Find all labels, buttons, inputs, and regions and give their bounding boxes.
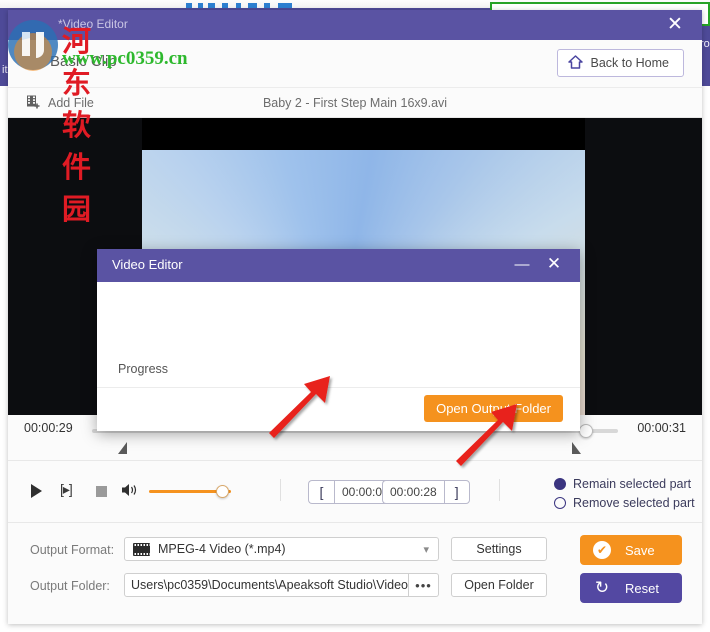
trim-marker-left[interactable] <box>118 442 127 454</box>
trim-end-group[interactable]: 00:00:28 ] <box>382 480 470 504</box>
save-label: Save <box>625 542 655 558</box>
radio-remain-selected-part[interactable]: Remain selected part <box>554 477 691 491</box>
check-circle-icon: ✔ <box>593 541 611 559</box>
reset-label: Reset <box>625 580 659 596</box>
subheader: Basic Clip Back to Home <box>8 40 702 88</box>
timeline-start-time: 00:00:29 <box>24 421 73 435</box>
open-folder-button[interactable]: Open Folder <box>451 573 547 597</box>
output-format-value: MPEG-4 Video (*.mp4) <box>158 542 286 556</box>
settings-button[interactable]: Settings <box>451 537 547 561</box>
set-trim-start-button[interactable]: [ <box>308 480 334 504</box>
radio-dot-selected <box>554 478 566 490</box>
output-panel: Output Format: MPEG-4 Video (*.mp4) ▾ Se… <box>8 523 702 623</box>
minimize-icon[interactable]: — <box>511 254 533 276</box>
stop-icon[interactable] <box>96 486 107 497</box>
step-frame-icon[interactable]: [▸] <box>60 481 73 498</box>
play-icon[interactable] <box>30 483 43 504</box>
page-title: Basic Clip <box>50 53 117 70</box>
output-folder-label: Output Folder: <box>30 579 110 593</box>
volume-icon[interactable] <box>121 482 139 503</box>
film-icon <box>133 542 150 556</box>
close-icon[interactable]: ✕ <box>542 252 566 276</box>
trim-end-input[interactable]: 00:00:28 <box>382 480 444 504</box>
progress-dialog: Video Editor — ✕ Progress 100% Open Outp… <box>97 249 580 431</box>
background-left-text: it <box>2 64 8 76</box>
open-output-folder-button[interactable]: Open Output Folder <box>424 395 563 422</box>
current-file-name: Baby 2 - First Step Main 16x9.avi <box>262 96 448 110</box>
trim-marker-right[interactable] <box>572 442 581 454</box>
window-title: *Video Editor <box>58 17 128 31</box>
output-format-select[interactable]: MPEG-4 Video (*.mp4) ▾ <box>124 537 439 561</box>
progress-label: Progress <box>118 362 169 376</box>
window-titlebar: *Video Editor ✕ <box>8 10 702 40</box>
video-letterbox <box>142 118 585 150</box>
radio-dot-unselected <box>554 497 566 509</box>
reset-button[interactable]: ↻ Reset <box>580 573 682 603</box>
save-button[interactable]: ✔ Save <box>580 535 682 565</box>
controls-divider-2 <box>499 479 500 501</box>
browse-folder-button[interactable]: ••• <box>409 573 439 597</box>
radio-remove-selected-part[interactable]: Remove selected part <box>554 496 695 510</box>
refresh-icon: ↻ <box>594 578 610 597</box>
close-icon[interactable]: ✕ <box>662 12 688 38</box>
home-icon <box>568 54 584 72</box>
back-to-home-label: Back to Home <box>590 56 669 70</box>
controls-divider <box>280 479 281 501</box>
volume-slider-handle[interactable] <box>216 485 229 498</box>
timeline-scrubber-handle[interactable] <box>579 424 593 438</box>
chevron-down-icon: ▾ <box>423 544 429 556</box>
set-trim-end-button[interactable]: ] <box>443 480 470 504</box>
output-folder-input[interactable]: Users\pc0359\Documents\Apeaksoft Studio\… <box>124 573 409 597</box>
radio-remove-label: Remove selected part <box>573 496 695 510</box>
background-toolbar-icons <box>186 1 336 8</box>
output-format-label: Output Format: <box>30 543 115 557</box>
dialog-body: Progress 100% <box>97 282 580 406</box>
file-row: Add File Baby 2 - First Step Main 16x9.a… <box>8 88 702 118</box>
timeline-end-time: 00:00:31 <box>637 421 686 435</box>
radio-remain-label: Remain selected part <box>573 477 692 491</box>
back-to-home-button[interactable]: Back to Home <box>557 49 684 77</box>
dialog-titlebar: Video Editor — ✕ <box>97 249 580 282</box>
dialog-title: Video Editor <box>112 257 183 272</box>
dialog-footer: Open Output Folder <box>97 387 580 431</box>
playback-controls: [▸] [ 00:00:02 00:00:28 ] Remain selecte… <box>8 461 702 523</box>
